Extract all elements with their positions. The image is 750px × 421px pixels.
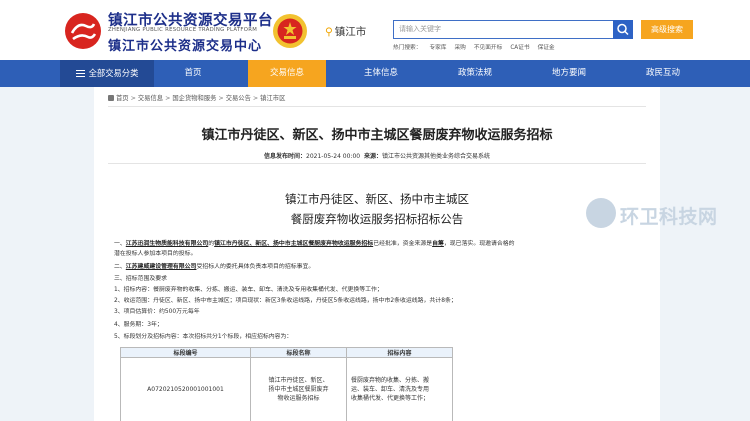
requirement-item: 5、标段划分及招标内容：本次招标共分1个标段，相应招标内容为：	[114, 334, 293, 340]
home-icon	[108, 95, 114, 101]
site-title-en: ZHENJIANG PUBLIC RESOURCE TRADING PLATFO…	[108, 27, 258, 33]
all-categories-button[interactable]: 全部交易分类	[60, 60, 154, 87]
text: 二、	[114, 264, 126, 270]
notice-title-line2: 餐厨废弃物收运服务招标招标公告	[290, 212, 464, 226]
breadcrumb-link[interactable]: 交易公告	[226, 95, 251, 102]
agent-name: 江苏建威建设管理有限公司	[125, 264, 197, 270]
nav-item-home[interactable]: 首页	[154, 60, 232, 87]
text: 已经批准，资金来源是	[373, 241, 433, 247]
all-categories-label: 全部交易分类	[88, 68, 139, 78]
table-row: A072021052000100100​1 镇江市丹徒区、新区、 扬中市主城区餐厨…	[120, 357, 453, 421]
breadcrumb-separator: >	[218, 95, 224, 102]
breadcrumb-link[interactable]: 国企货物和服务	[172, 95, 216, 102]
lot-content-line: 收集桶代发、代更换等工作；	[351, 395, 430, 402]
nav-item-interaction[interactable]: 政民互动	[624, 60, 702, 87]
hot-search-link[interactable]: 保证金	[538, 45, 555, 51]
article-title: 镇江市丹徒区、新区、扬中市主城区餐厨废弃物收运服务招标	[201, 128, 553, 143]
source-label: 来源：	[363, 153, 382, 160]
publish-time-label: 信息发布时间：	[264, 153, 307, 160]
hot-search-label: 热门搜索：	[393, 45, 422, 51]
hot-search-words: 热门搜索： 专家库 采购 不见面开标 CA证书 保证金	[393, 42, 563, 51]
divider	[108, 106, 646, 107]
breadcrumb-link[interactable]: 交易信息	[138, 95, 163, 102]
lot-table: 标段编号 标段名称 招标内容 A072021052000100100​1 镇江市…	[120, 347, 453, 421]
requirement-item: 1、招标内容：餐厨废弃物的收集、分拣、搬运、装车、卸车、清洗及专用收集桶代发、代…	[114, 287, 383, 293]
paragraph-1-cont: 潜在投标人参加本项目的投标。	[114, 251, 197, 257]
search-input[interactable]: 请输入关键字	[393, 20, 613, 39]
lot-content: 餐厨废弃物的收集、分拣、搬 运、装车、卸车、清洗及专用 收集桶代发、代更换等工作；	[346, 357, 453, 421]
lot-content-line: 运、装车、卸车、清洗及专用	[351, 386, 430, 393]
requirement-item: 4、服务期：3年；	[114, 322, 163, 328]
breadcrumb-separator: >	[165, 95, 171, 102]
text: ，现已落实。现邀请合格的	[443, 241, 515, 247]
watermark-text: 环卫科技网	[620, 206, 718, 228]
lot-name-line: 镇江市丹徒区、新区、	[268, 377, 329, 384]
search-button[interactable]	[613, 20, 633, 39]
table-header-row: 标段编号 标段名称 招标内容	[120, 347, 453, 358]
paragraph-2: 二、江苏建威建设管理有限公司受招标人的委托具体负责本项目的招标事宜。	[114, 263, 644, 271]
fund-source: 自筹	[432, 241, 444, 247]
city-selector[interactable]: ⚲ 镇江市	[325, 24, 366, 39]
divider	[108, 163, 646, 164]
main-nav: 全部交易分类 首页 交易信息 主体信息 政策法规 地方要闻 政民互动	[0, 60, 750, 87]
project-name: 镇江市丹徒区、新区、扬中市主城区餐厨废弃物收运服务招标	[214, 241, 374, 247]
breadcrumb-link[interactable]: 首页	[116, 95, 129, 102]
table-header: 招标内容	[346, 347, 453, 358]
city-label: 镇江市	[334, 26, 367, 38]
breadcrumb-current: 镇江市区	[260, 95, 286, 102]
notice-title-line1: 镇江市丹徒区、新区、扬中市主城区	[285, 192, 469, 206]
site-header: 镇江市公共资源交易平台 ZHENJIANG PUBLIC RESOURCE TR…	[0, 0, 750, 60]
watermark-logo-icon	[586, 198, 616, 228]
advanced-search-button[interactable]: 高级搜索	[641, 20, 693, 39]
source-value: 镇江市公共资源其他类业务综合交易系统	[381, 153, 490, 160]
nav-item-entity-info[interactable]: 主体信息	[342, 60, 420, 87]
watermark: 环卫科技网	[586, 196, 736, 232]
site-subtitle: 镇江市公共资源交易中心	[108, 39, 263, 54]
table-header: 标段编号	[120, 347, 251, 358]
hot-search-link[interactable]: 采购	[455, 45, 466, 51]
hot-search-link[interactable]: 不见面开标	[474, 45, 502, 51]
location-pin-icon: ⚲	[325, 26, 333, 38]
menu-icon	[75, 68, 85, 79]
hot-search-link[interactable]: 专家库	[429, 45, 446, 51]
breadcrumb: 首页 > 交易信息 > 国企货物和服务 > 交易公告 > 镇江市区	[108, 93, 285, 102]
text: 受招标人的委托具体负责本项目的招标事宜。	[196, 264, 315, 270]
requirement-item: 2、收运范围：丹徒区、新区、扬中市主城区；项目现状：新区3条收运线路，丹徒区5条…	[114, 298, 457, 304]
lot-name-line: 扬中市主城区餐厨废弃	[268, 386, 329, 393]
tenderer-name: 江苏迅润生物质能科技有限公司	[125, 241, 209, 247]
article-meta: 信息发布时间：2021-05-24 00:00 来源：镇江市公共资源其他类业务综…	[94, 151, 660, 160]
requirement-item: 3、项目估算价：约500万元每年	[114, 309, 200, 315]
text: 一、	[114, 241, 126, 247]
publish-time: 2021-05-24 00:00	[306, 153, 361, 160]
breadcrumb-separator: >	[130, 95, 136, 102]
lot-code: A072021052000100100​1	[120, 357, 251, 421]
national-emblem-icon	[273, 14, 307, 48]
lot-name: 镇江市丹徒区、新区、 扬中市主城区餐厨废弃 物收运服务招标	[250, 357, 347, 421]
nav-item-trade-info[interactable]: 交易信息	[248, 60, 326, 87]
paragraph-1: 一、江苏迅润生物质能科技有限公司的镇江市丹徒区、新区、扬中市主城区餐厨废弃物收运…	[114, 240, 644, 248]
lot-content-line: 餐厨废弃物的收集、分拣、搬	[351, 377, 430, 384]
lot-name-line: 物收运服务招标	[277, 395, 320, 402]
breadcrumb-separator: >	[252, 95, 259, 102]
site-logo-icon[interactable]	[64, 12, 102, 50]
article-card: 首页 > 交易信息 > 国企货物和服务 > 交易公告 > 镇江市区 镇江市丹徒区、新区、扬中市主…	[94, 87, 660, 421]
section-heading: 三、招标范围及要求	[114, 276, 168, 282]
nav-item-policy[interactable]: 政策法规	[436, 60, 514, 87]
hot-search-link[interactable]: CA证书	[510, 45, 529, 51]
table-header: 标段名称	[250, 347, 347, 358]
nav-item-local-news[interactable]: 地方要闻	[530, 60, 608, 87]
search-icon	[617, 23, 629, 36]
